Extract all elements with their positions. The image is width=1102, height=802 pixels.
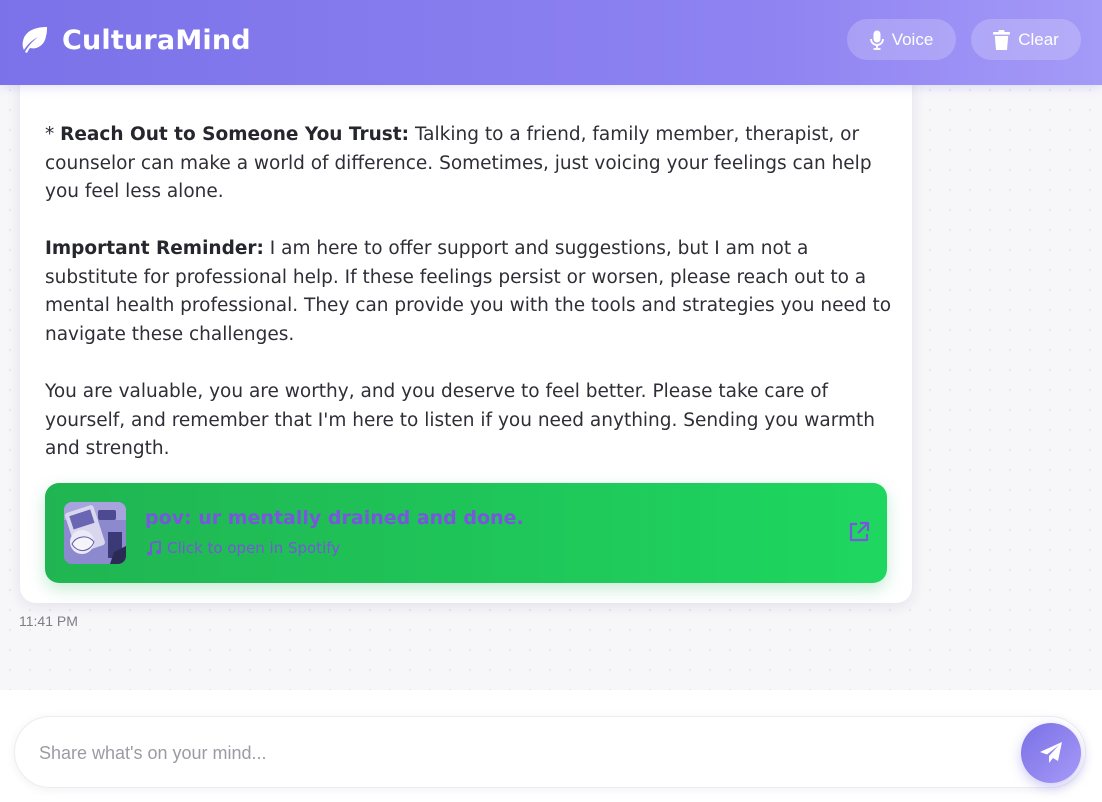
clear-button[interactable]: Clear [971, 19, 1081, 60]
voice-button-label: Voice [891, 29, 934, 49]
voice-button[interactable]: Voice [847, 19, 956, 60]
message-paragraph: * Reach Out to Someone You Trust: Talkin… [45, 124, 878, 203]
open-in-spotify-label: Click to open in Spotify [167, 539, 341, 557]
leaf-icon [22, 27, 47, 53]
track-title: pov: ur mentally drained and done. [145, 507, 524, 529]
spotify-track-card[interactable]: pov: ur mentally drained and done. Click… [45, 483, 887, 583]
brand: CulturaMind [18, 20, 251, 60]
microphone-icon [869, 30, 884, 50]
message-paragraph: You are valuable, you are worthy, and yo… [45, 381, 881, 460]
paragraph-heading: Reach Out to Someone You Trust: [60, 124, 410, 145]
clear-button-label: Clear [1018, 29, 1059, 49]
send-button[interactable] [1021, 723, 1081, 783]
message-paragraph: Important Reminder: I am here to offer s… [45, 238, 897, 345]
album-art [64, 502, 126, 564]
app-header: CulturaMind Voice Clear [0, 0, 1102, 85]
paper-plane-icon [1040, 742, 1062, 763]
composer-field-wrapper [14, 716, 1086, 788]
message-timestamp: 11:41 PM [19, 613, 78, 629]
app-title: CulturaMind [62, 24, 251, 56]
trash-icon [993, 29, 1011, 50]
composer-bar [0, 690, 1102, 802]
track-subtitle: Click to open in Spotify [147, 539, 340, 557]
message-input[interactable] [39, 735, 999, 771]
paragraph-heading: Important Reminder: [45, 238, 264, 259]
album-art-image [64, 502, 126, 564]
music-note-icon [147, 540, 161, 555]
external-link-icon[interactable] [848, 521, 870, 543]
